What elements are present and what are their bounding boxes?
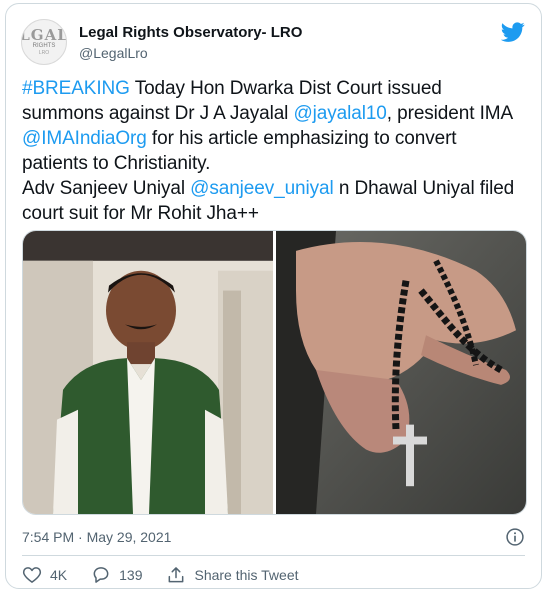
mention-link[interactable]: @sanjeev_uniyal bbox=[190, 178, 334, 199]
divider bbox=[22, 555, 525, 556]
avatar-text-line3: LRO bbox=[38, 50, 50, 56]
photo-rosary-hands[interactable] bbox=[276, 231, 526, 514]
hashtag-link[interactable]: #BREAKING bbox=[22, 78, 130, 99]
timestamp[interactable]: 7:54 PM · May 29, 2021 bbox=[22, 529, 171, 545]
share-button[interactable]: Share this Tweet bbox=[166, 565, 299, 585]
author-info: Legal Rights Observatory- LRO @LegalLro bbox=[79, 23, 302, 63]
reply-count: 139 bbox=[119, 567, 143, 583]
mention-link[interactable]: @IMAIndiaOrg bbox=[22, 128, 147, 149]
photo-man-in-green-vest[interactable] bbox=[23, 231, 273, 514]
reply-icon bbox=[93, 567, 109, 583]
avatar-text-line2: RIGHTS bbox=[32, 43, 56, 49]
user-handle[interactable]: @LegalLro bbox=[79, 43, 302, 63]
share-icon bbox=[169, 567, 184, 583]
twitter-bird-icon[interactable] bbox=[501, 20, 525, 44]
like-button[interactable]: 4K bbox=[22, 565, 67, 585]
reply-button[interactable]: 139 bbox=[91, 565, 142, 585]
heart-icon bbox=[22, 567, 42, 583]
tweet-text-segment: Adv Sanjeev Uniyal bbox=[22, 178, 191, 199]
tweet-actions: 4K 139 Share this Tweet bbox=[22, 563, 323, 587]
tweet-text: #BREAKING Today Hon Dwarka Dist Court is… bbox=[22, 76, 527, 226]
info-icon[interactable] bbox=[505, 527, 525, 547]
like-count: 4K bbox=[50, 567, 68, 583]
tweet-card[interactable]: LGAL RIGHTS LRO Legal Rights Observatory… bbox=[5, 3, 542, 589]
avatar[interactable]: LGAL RIGHTS LRO bbox=[21, 19, 67, 65]
tweet-text-segment: , president IMA bbox=[386, 103, 512, 124]
mention-link[interactable]: @jayalal10 bbox=[293, 103, 386, 124]
share-label: Share this Tweet bbox=[194, 567, 299, 583]
tweet-media[interactable] bbox=[22, 230, 527, 515]
tweet-meta: 7:54 PM · May 29, 2021 bbox=[22, 526, 525, 548]
avatar-text-line1: LGAL bbox=[21, 26, 67, 44]
tweet-header: LGAL RIGHTS LRO Legal Rights Observatory… bbox=[18, 16, 529, 68]
display-name[interactable]: Legal Rights Observatory- LRO bbox=[79, 23, 302, 42]
